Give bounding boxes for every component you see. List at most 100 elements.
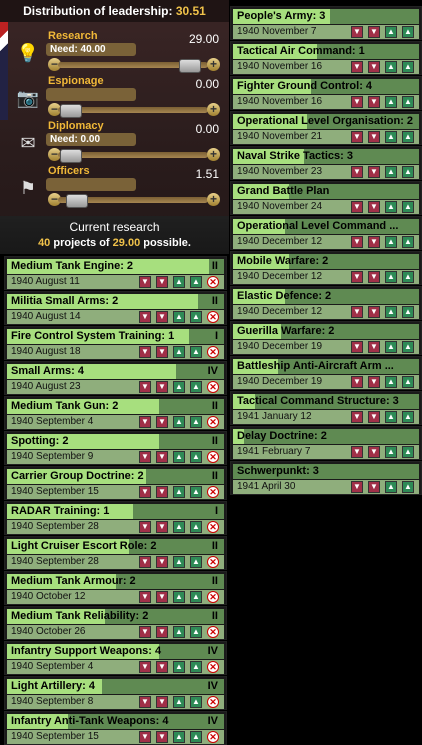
move-top-button[interactable]: ▲ bbox=[190, 416, 202, 428]
move-down-button[interactable]: ▼ bbox=[156, 731, 168, 743]
move-down-button[interactable]: ▼ bbox=[368, 411, 380, 423]
research-card[interactable]: Battleship Anti-Aircraft Arm ... 1940 Dec… bbox=[230, 356, 422, 390]
move-top-button[interactable]: ▲ bbox=[190, 626, 202, 638]
remove-button[interactable]: ✕ bbox=[207, 451, 219, 463]
move-top-button[interactable]: ▲ bbox=[402, 131, 414, 143]
move-up-button[interactable]: ▲ bbox=[173, 276, 185, 288]
move-down-button[interactable]: ▼ bbox=[156, 346, 168, 358]
move-down-button[interactable]: ▼ bbox=[156, 521, 168, 533]
move-down-button[interactable]: ▼ bbox=[368, 61, 380, 73]
move-bottom-button[interactable]: ▼ bbox=[351, 376, 363, 388]
remove-button[interactable]: ✕ bbox=[207, 311, 219, 323]
move-up-button[interactable]: ▲ bbox=[173, 381, 185, 393]
research-card[interactable]: Light Cruiser Escort Role: 2 II 1940 Septe… bbox=[4, 536, 227, 570]
move-down-button[interactable]: ▼ bbox=[156, 276, 168, 288]
research-card[interactable]: Infantry Support Weapons: 4 IV 1940 Septem… bbox=[4, 641, 227, 675]
leadership-slider[interactable]: − + bbox=[48, 103, 220, 118]
move-up-button[interactable]: ▲ bbox=[173, 626, 185, 638]
research-card[interactable]: People's Army: 3 1940 November 7 ▼ ▼ ▲ ▲ bbox=[230, 6, 422, 40]
move-up-button[interactable]: ▲ bbox=[173, 486, 185, 498]
move-bottom-button[interactable]: ▼ bbox=[139, 416, 151, 428]
move-down-button[interactable]: ▼ bbox=[368, 26, 380, 38]
move-down-button[interactable]: ▼ bbox=[368, 446, 380, 458]
move-bottom-button[interactable]: ▼ bbox=[351, 131, 363, 143]
move-bottom-button[interactable]: ▼ bbox=[139, 556, 151, 568]
remove-button[interactable]: ✕ bbox=[207, 626, 219, 638]
move-top-button[interactable]: ▲ bbox=[402, 376, 414, 388]
move-down-button[interactable]: ▼ bbox=[368, 271, 380, 283]
move-up-button[interactable]: ▲ bbox=[385, 26, 397, 38]
move-down-button[interactable]: ▼ bbox=[368, 96, 380, 108]
move-down-button[interactable]: ▼ bbox=[368, 481, 380, 493]
move-top-button[interactable]: ▲ bbox=[190, 521, 202, 533]
move-top-button[interactable]: ▲ bbox=[190, 486, 202, 498]
leadership-slider[interactable]: − + bbox=[48, 58, 220, 73]
move-down-button[interactable]: ▼ bbox=[156, 451, 168, 463]
remove-button[interactable]: ✕ bbox=[207, 381, 219, 393]
move-bottom-button[interactable]: ▼ bbox=[139, 311, 151, 323]
increase-button[interactable]: + bbox=[207, 148, 220, 161]
remove-button[interactable]: ✕ bbox=[207, 661, 219, 673]
move-up-button[interactable]: ▲ bbox=[385, 376, 397, 388]
move-bottom-button[interactable]: ▼ bbox=[351, 236, 363, 248]
move-top-button[interactable]: ▲ bbox=[402, 61, 414, 73]
research-card[interactable]: Medium Tank Engine: 2 II 1940 August 11 ▼ ▼ ▲… bbox=[4, 256, 227, 290]
research-card[interactable]: Tactical Command Structure: 3 1941 Januar… bbox=[230, 391, 422, 425]
move-top-button[interactable]: ▲ bbox=[402, 341, 414, 353]
move-top-button[interactable]: ▲ bbox=[190, 276, 202, 288]
leadership-slider[interactable]: − + bbox=[48, 148, 220, 163]
move-up-button[interactable]: ▲ bbox=[385, 96, 397, 108]
move-up-button[interactable]: ▲ bbox=[385, 61, 397, 73]
research-card[interactable]: RADAR Training: 1 I 1940 September 28 ▼ ▼ ▲ ▲ ✕ bbox=[4, 501, 227, 535]
move-up-button[interactable]: ▲ bbox=[385, 201, 397, 213]
move-up-button[interactable]: ▲ bbox=[173, 311, 185, 323]
slider-knob[interactable] bbox=[60, 149, 82, 163]
move-down-button[interactable]: ▼ bbox=[368, 341, 380, 353]
move-top-button[interactable]: ▲ bbox=[190, 556, 202, 568]
move-top-button[interactable]: ▲ bbox=[190, 346, 202, 358]
move-bottom-button[interactable]: ▼ bbox=[139, 451, 151, 463]
move-bottom-button[interactable]: ▼ bbox=[139, 521, 151, 533]
move-bottom-button[interactable]: ▼ bbox=[351, 96, 363, 108]
leadership-slider[interactable]: − + bbox=[48, 193, 220, 208]
move-top-button[interactable]: ▲ bbox=[190, 696, 202, 708]
research-card[interactable]: Small Arms: 4 IV 1940 August 23 ▼ ▼ ▲ ▲ ✕ bbox=[4, 361, 227, 395]
research-card[interactable]: Operational Level Command ... 1940 Decemb… bbox=[230, 216, 422, 250]
move-top-button[interactable]: ▲ bbox=[402, 271, 414, 283]
research-card[interactable]: Medium Tank Armour: 2 II 1940 October 12 ▼ ▼… bbox=[4, 571, 227, 605]
slider-knob[interactable] bbox=[66, 194, 89, 208]
research-card[interactable]: Mobile Warfare: 2 1940 December 12 ▼ ▼ ▲ ▲ bbox=[230, 251, 422, 285]
remove-button[interactable]: ✕ bbox=[207, 276, 219, 288]
move-bottom-button[interactable]: ▼ bbox=[351, 271, 363, 283]
move-down-button[interactable]: ▼ bbox=[368, 201, 380, 213]
research-card[interactable]: Guerilla Warfare: 2 1940 December 19 ▼ ▼ ▲ ▲ bbox=[230, 321, 422, 355]
move-bottom-button[interactable]: ▼ bbox=[139, 276, 151, 288]
move-down-button[interactable]: ▼ bbox=[156, 381, 168, 393]
move-down-button[interactable]: ▼ bbox=[368, 166, 380, 178]
move-down-button[interactable]: ▼ bbox=[368, 376, 380, 388]
move-up-button[interactable]: ▲ bbox=[173, 731, 185, 743]
move-up-button[interactable]: ▲ bbox=[385, 131, 397, 143]
move-bottom-button[interactable]: ▼ bbox=[139, 661, 151, 673]
move-top-button[interactable]: ▲ bbox=[402, 201, 414, 213]
move-top-button[interactable]: ▲ bbox=[402, 306, 414, 318]
move-up-button[interactable]: ▲ bbox=[173, 521, 185, 533]
research-card[interactable]: Medium Tank Reliability: 2 II 1940 October… bbox=[4, 606, 227, 640]
move-down-button[interactable]: ▼ bbox=[156, 661, 168, 673]
research-card[interactable]: Schwerpunkt: 3 1941 April 30 ▼ ▼ ▲ ▲ bbox=[230, 461, 422, 495]
move-top-button[interactable]: ▲ bbox=[190, 591, 202, 603]
move-bottom-button[interactable]: ▼ bbox=[351, 446, 363, 458]
research-card[interactable]: Elastic Defence: 2 1940 December 12 ▼ ▼ ▲ ▲ bbox=[230, 286, 422, 320]
move-down-button[interactable]: ▼ bbox=[156, 696, 168, 708]
move-down-button[interactable]: ▼ bbox=[368, 236, 380, 248]
research-card[interactable]: Spotting: 2 II 1940 September 9 ▼ ▼ ▲ ▲ ✕ bbox=[4, 431, 227, 465]
move-bottom-button[interactable]: ▼ bbox=[139, 591, 151, 603]
move-top-button[interactable]: ▲ bbox=[190, 311, 202, 323]
move-up-button[interactable]: ▲ bbox=[385, 481, 397, 493]
move-bottom-button[interactable]: ▼ bbox=[351, 481, 363, 493]
research-card[interactable]: Infantry Anti-Tank Weapons: 4 IV 1940 Sept… bbox=[4, 711, 227, 745]
move-down-button[interactable]: ▼ bbox=[156, 311, 168, 323]
move-bottom-button[interactable]: ▼ bbox=[351, 166, 363, 178]
move-top-button[interactable]: ▲ bbox=[402, 26, 414, 38]
research-card[interactable]: Fire Control System Training: 1 I 1940 Aug… bbox=[4, 326, 227, 360]
